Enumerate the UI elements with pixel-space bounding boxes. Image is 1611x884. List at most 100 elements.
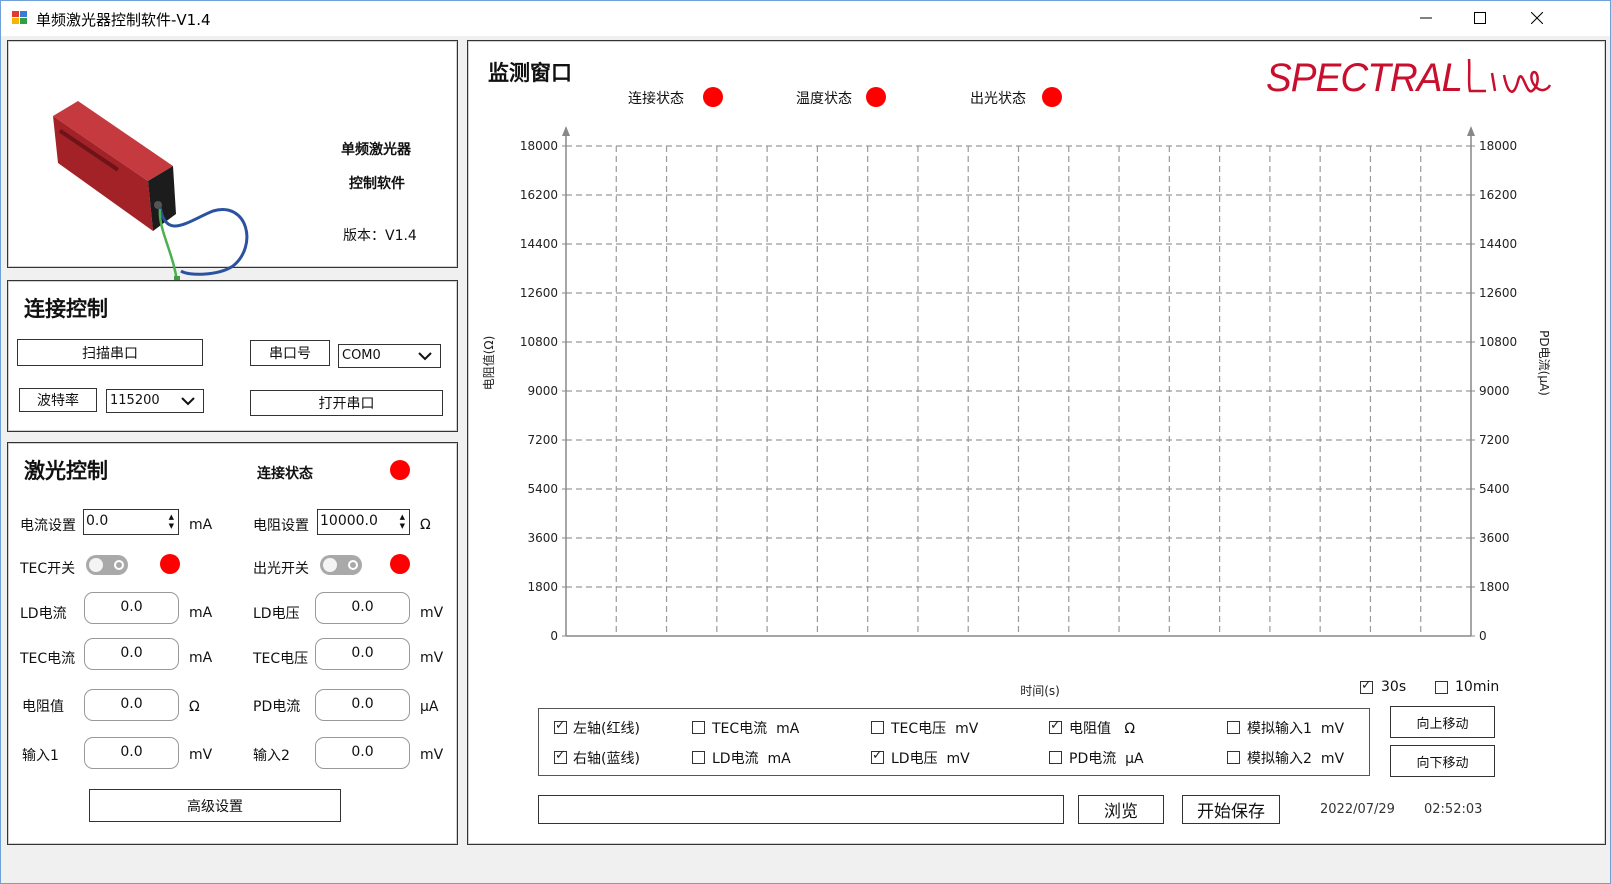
y-tick-label-right: 7200: [1479, 433, 1510, 447]
checkbox-tec-voltage[interactable]: [871, 721, 884, 734]
laser-control-panel: 激光控制 连接状态 电流设置 0.0 ▲ ▼ mA 电阻设置 10000.0 ▲…: [7, 442, 458, 845]
move-up-button[interactable]: 向上移动: [1390, 706, 1495, 738]
monitor-connection-status-label: 连接状态: [628, 91, 684, 107]
checkbox-ld-current[interactable]: [692, 751, 705, 764]
checkbox-ld-voltage-label: LD电压 mV: [891, 751, 970, 767]
save-path-input[interactable]: [538, 795, 1064, 824]
pd-current-value: 0.0: [315, 689, 410, 721]
y-tick-label-left: 9000: [527, 384, 558, 398]
product-name-line1: 单频激光器: [341, 142, 411, 158]
y-tick-label-left: 3600: [527, 531, 558, 545]
info-panel: 单频激光器 控制软件 版本：V1.4: [7, 40, 458, 292]
checkbox-analog-input2[interactable]: [1227, 751, 1240, 764]
input2-unit: mV: [420, 747, 444, 763]
pd-current-unit: μA: [420, 699, 439, 715]
ld-current-label: LD电流: [20, 606, 67, 622]
checkbox-analog-input1[interactable]: [1227, 721, 1240, 734]
laser-heading: 激光控制: [24, 459, 108, 483]
checkbox-10min[interactable]: [1435, 681, 1448, 694]
scan-port-button[interactable]: 扫描串口: [17, 339, 203, 366]
connection-panel: 连接控制 扫描串口 串口号 COM0 波特率 115200 打开串口: [7, 280, 458, 432]
checkbox-tec-current[interactable]: [692, 721, 705, 734]
app-icon: [12, 11, 28, 25]
laser-connection-led: [390, 460, 410, 480]
monitor-temperature-led: [866, 87, 886, 107]
y-tick-label-right: 0: [1479, 629, 1487, 643]
resistance-set-value: 10000.0: [320, 513, 378, 529]
y-tick-label-left: 12600: [520, 286, 558, 300]
checkbox-resistance-label: 电阻值 Ω: [1069, 721, 1136, 737]
checkbox-tec-current-label: TEC电流 mA: [712, 721, 800, 737]
checkbox-ld-voltage[interactable]: [871, 748, 884, 764]
y-axis-right-arrow: [1467, 126, 1475, 136]
checkbox-left-axis-label: 左轴(红线): [573, 721, 640, 737]
input1-value: 0.0: [84, 737, 179, 769]
y-tick-label-right: 3600: [1479, 531, 1510, 545]
y-tick-label-right: 1800: [1479, 580, 1510, 594]
close-button[interactable]: [1514, 0, 1560, 36]
spin-up-icon[interactable]: ▲: [400, 513, 405, 521]
resistance-label: 电阻值: [22, 699, 64, 715]
input2-value: 0.0: [315, 737, 410, 769]
minimize-button[interactable]: [1403, 0, 1449, 36]
current-set-label: 电流设置: [20, 518, 76, 534]
spin-up-icon[interactable]: ▲: [169, 513, 174, 521]
baud-select-value: 115200: [110, 393, 160, 408]
browse-button[interactable]: 浏览: [1078, 795, 1164, 824]
checkbox-analog-input2-label: 模拟输入2 mV: [1247, 751, 1345, 767]
monitor-connection-led: [703, 87, 723, 107]
current-set-value: 0.0: [86, 513, 109, 529]
resistance-unit: Ω: [189, 699, 200, 715]
laser-device-image: [53, 101, 249, 292]
time-label: 02:52:03: [1424, 802, 1483, 817]
y-tick-label-right: 5400: [1479, 482, 1510, 496]
y-axis-right-label: PD电流(μA): [1537, 330, 1551, 396]
maximize-button[interactable]: [1457, 0, 1503, 36]
input1-label: 输入1: [22, 748, 59, 764]
ld-current-value: 0.0: [84, 592, 179, 624]
spin-down-icon[interactable]: ▼: [400, 522, 405, 530]
tec-current-unit: mA: [189, 650, 213, 666]
spin-down-icon[interactable]: ▼: [169, 522, 174, 530]
open-port-button[interactable]: 打开串口: [250, 390, 443, 416]
checkbox-left-axis[interactable]: [554, 718, 567, 734]
y-tick-label-left: 18000: [520, 139, 558, 153]
move-down-button[interactable]: 向下移动: [1390, 745, 1495, 777]
chevron-down-icon: [418, 352, 432, 361]
checkbox-right-axis[interactable]: [554, 748, 567, 764]
checkbox-pd-current-label: PD电流 μA: [1069, 751, 1144, 767]
checkbox-analog-input1-label: 模拟输入1 mV: [1247, 721, 1345, 737]
checkbox-resistance[interactable]: [1049, 718, 1062, 734]
y-tick-label-left: 10800: [520, 335, 558, 349]
input2-label: 输入2: [253, 748, 290, 764]
resistance-set-label: 电阻设置: [253, 518, 309, 534]
checkbox-ld-current-label: LD电流 mA: [712, 751, 791, 767]
y-axis-left-arrow: [562, 126, 570, 136]
maximize-icon: [1474, 12, 1486, 24]
monitor-light-status-label: 出光状态: [970, 91, 1026, 107]
y-tick-label-left: 14400: [520, 237, 558, 251]
y-tick-label-left: 16200: [520, 188, 558, 202]
checkbox-pd-current[interactable]: [1049, 751, 1062, 764]
advanced-settings-button[interactable]: 高级设置: [89, 789, 341, 822]
start-save-button[interactable]: 开始保存: [1182, 795, 1280, 824]
current-set-unit: mA: [189, 517, 213, 533]
y-tick-label-right: 16200: [1479, 188, 1517, 202]
baud-label: 波特率: [19, 388, 97, 412]
input1-unit: mV: [189, 747, 213, 763]
monitor-light-led: [1042, 87, 1062, 107]
checkbox-10min-label: 10min: [1455, 679, 1500, 695]
y-tick-label-left: 7200: [527, 433, 558, 447]
checkbox-30s[interactable]: [1360, 678, 1373, 694]
resistance-value: 0.0: [84, 689, 179, 721]
checkbox-30s-label: 30s: [1381, 679, 1407, 695]
resistance-set-unit: Ω: [420, 517, 431, 533]
date-label: 2022/07/29: [1320, 802, 1395, 817]
tec-toggle[interactable]: [86, 555, 128, 575]
resistance-set-input[interactable]: 10000.0 ▲ ▼: [317, 509, 410, 535]
minimize-icon: [1420, 17, 1432, 19]
current-set-input[interactable]: 0.0 ▲ ▼: [83, 509, 179, 535]
baud-select[interactable]: 115200: [106, 389, 204, 413]
port-select[interactable]: COM0: [338, 344, 441, 368]
light-toggle[interactable]: [320, 555, 362, 575]
